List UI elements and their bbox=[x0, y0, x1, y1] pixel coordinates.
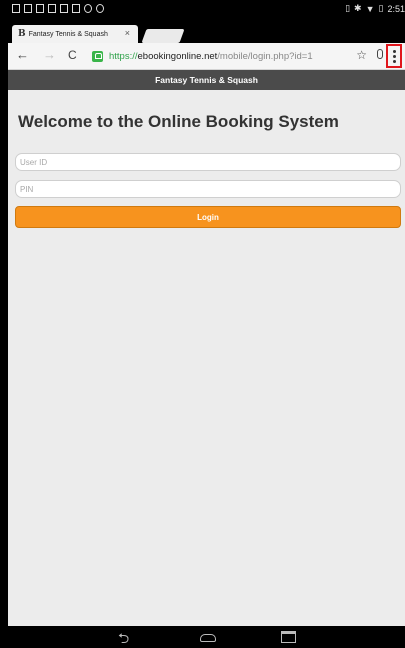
nav-recents-icon[interactable] bbox=[281, 631, 296, 643]
bookmark-star-icon[interactable]: ☆ bbox=[356, 48, 367, 62]
menu-dot-icon bbox=[392, 59, 396, 63]
url-path: /mobile/login.php?id=1 bbox=[217, 51, 313, 62]
wifi-icon: ▼ bbox=[365, 3, 375, 14]
vibrate-icon: ▯ bbox=[345, 3, 351, 13]
menu-dot-icon bbox=[392, 49, 396, 53]
status-bar: ▯ ✱ ▼ ▯ 2:51 bbox=[8, 0, 405, 21]
notification-icon bbox=[24, 4, 32, 13]
lock-icon[interactable] bbox=[92, 51, 103, 62]
overflow-menu-button[interactable] bbox=[386, 44, 402, 68]
browser-toolbar: ← → C https://ebookingonline.net/mobile/… bbox=[8, 43, 405, 70]
notification-icon bbox=[60, 4, 68, 13]
android-nav-bar: ⮌ bbox=[8, 626, 405, 648]
bluetooth-icon: ✱ bbox=[354, 3, 362, 13]
notification-icon bbox=[96, 4, 104, 13]
browser-frame: ▯ ✱ ▼ ▯ 2:51 B Fantasy Tennis & Squash ×… bbox=[8, 0, 405, 648]
url-host: ebookingonline.net bbox=[137, 51, 218, 62]
tab-title: Fantasy Tennis & Squash bbox=[28, 30, 108, 38]
notification-icon bbox=[84, 4, 92, 13]
menu-dot-icon bbox=[392, 54, 396, 58]
nav-back-icon[interactable]: ⮌ bbox=[118, 628, 129, 648]
address-bar[interactable]: https://ebookingonline.net/mobile/login.… bbox=[109, 51, 313, 62]
site-header: Fantasy Tennis & Squash bbox=[8, 70, 405, 90]
clock: 2:51 bbox=[387, 3, 405, 14]
notification-icon bbox=[36, 4, 44, 13]
microphone-icon[interactable] bbox=[377, 49, 383, 59]
user-id-input[interactable] bbox=[15, 153, 401, 171]
pin-input[interactable] bbox=[15, 180, 401, 198]
login-button[interactable]: Login bbox=[15, 206, 401, 228]
reload-icon[interactable]: C bbox=[68, 48, 77, 62]
browser-tab[interactable]: B Fantasy Tennis & Squash × bbox=[12, 25, 138, 43]
notification-icon bbox=[48, 4, 56, 13]
battery-icon: ▯ bbox=[378, 3, 384, 13]
new-tab-button[interactable] bbox=[141, 29, 185, 43]
site-title: Fantasy Tennis & Squash bbox=[155, 75, 258, 85]
forward-arrow-icon[interactable]: → bbox=[43, 47, 56, 62]
url-scheme: https:// bbox=[109, 51, 138, 62]
notification-icon bbox=[72, 4, 80, 13]
favicon-icon: B bbox=[18, 29, 26, 39]
notification-icon bbox=[12, 4, 20, 13]
page-title: Welcome to the Online Booking System bbox=[18, 112, 339, 131]
tab-strip: B Fantasy Tennis & Squash × bbox=[8, 21, 405, 43]
notification-icons bbox=[12, 4, 104, 13]
system-icons: ▯ ✱ ▼ ▯ 2:51 bbox=[345, 3, 405, 14]
back-arrow-icon[interactable]: ← bbox=[16, 47, 29, 62]
nav-home-icon[interactable] bbox=[200, 634, 216, 642]
close-tab-icon[interactable]: × bbox=[125, 28, 130, 38]
